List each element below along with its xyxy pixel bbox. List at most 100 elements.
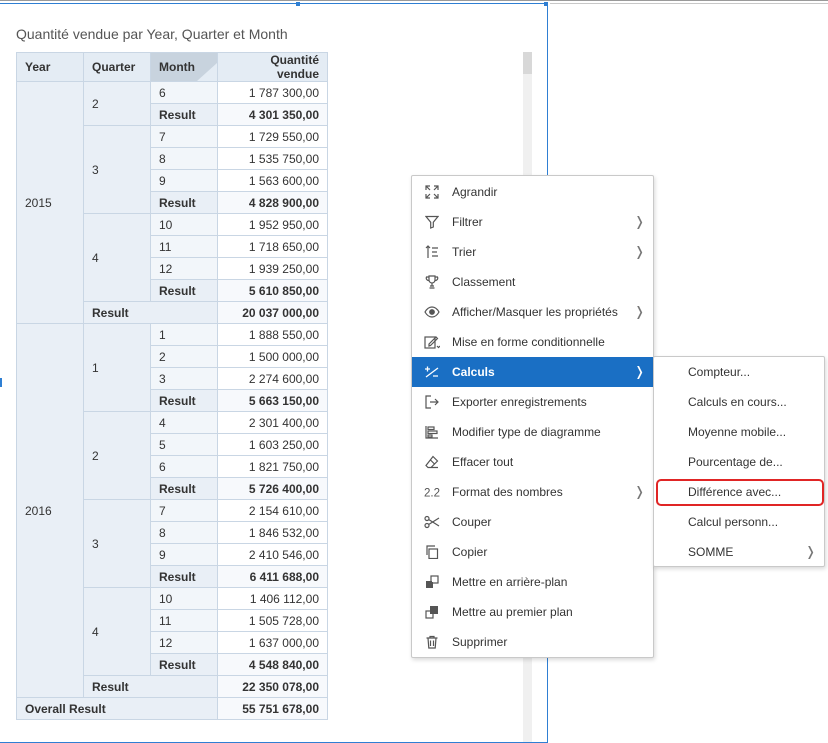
scrollbar-thumb[interactable] bbox=[523, 52, 532, 74]
submenu-item-label: Moyenne mobile... bbox=[688, 425, 787, 439]
window-top-border bbox=[0, 0, 828, 1]
submenu-item-label: SOMME bbox=[688, 545, 734, 559]
overall-result-value: 55 751 678,00 bbox=[217, 697, 328, 720]
menu-item-label: Format des nombres bbox=[452, 485, 563, 499]
value-cell: 1 603 250,00 bbox=[217, 433, 328, 456]
menu-item-label: Agrandir bbox=[452, 185, 498, 199]
menu-item-couper[interactable]: Couper bbox=[412, 507, 653, 537]
calculation-icon bbox=[424, 364, 440, 380]
table-row: 2016 1 1 1 888 550,00 bbox=[16, 323, 328, 698]
value-cell: 1 787 300,00 bbox=[217, 81, 328, 104]
menu-item-label: Mettre au premier plan bbox=[452, 605, 573, 619]
menu-item-label: Exporter enregistrements bbox=[452, 395, 587, 409]
menu-item-supprimer[interactable]: Supprimer bbox=[412, 627, 653, 657]
menu-item-label: Afficher/Masquer les propriétés bbox=[452, 305, 618, 319]
submenu-item-label: Compteur... bbox=[688, 365, 751, 379]
quarter-cell: 2 bbox=[83, 411, 151, 500]
resize-handle-top[interactable] bbox=[296, 2, 300, 6]
value-cell: 1 500 000,00 bbox=[217, 345, 328, 368]
overall-result-row: Overall Result 55 751 678,00 bbox=[16, 697, 328, 720]
menu-item-exporter-enregistrements[interactable]: Exporter enregistrements bbox=[412, 387, 653, 417]
table-header-row: Year Quarter Month Quantité vendue bbox=[16, 52, 328, 82]
chevron-right-icon: ❭ bbox=[634, 304, 645, 319]
quarter-cell: 1 bbox=[83, 323, 151, 412]
submenu-item-pourcentage-de[interactable]: Pourcentage de... bbox=[654, 447, 824, 477]
scissors-icon bbox=[424, 514, 440, 530]
column-header-year[interactable]: Year bbox=[16, 52, 84, 82]
month-cell: 12 bbox=[150, 257, 218, 280]
menu-item-trier[interactable]: Trier ❭ bbox=[412, 237, 653, 267]
result-label: Result bbox=[150, 477, 218, 500]
menu-item-mettre-en-arrière-plan[interactable]: Mettre en arrière-plan bbox=[412, 567, 653, 597]
value-cell: 1 729 550,00 bbox=[217, 125, 328, 148]
menu-item-afficher-masquer-les-propriétés[interactable]: Afficher/Masquer les propriétés ❭ bbox=[412, 297, 653, 327]
quarter-cell: 2 bbox=[83, 81, 151, 126]
column-header-month[interactable]: Month bbox=[150, 52, 218, 82]
submenu-item-label: Calculs en cours... bbox=[688, 395, 787, 409]
menu-item-format-des-nombres[interactable]: 2.2 Format des nombres ❭ bbox=[412, 477, 653, 507]
context-menu: Agrandir Filtrer ❭ Trier ❭ Classement Afficher… bbox=[411, 175, 654, 658]
value-cell: 1 406 112,00 bbox=[217, 587, 328, 610]
column-header-quarter[interactable]: Quarter bbox=[83, 52, 151, 82]
trash-icon bbox=[424, 634, 440, 650]
menu-item-effacer-tout[interactable]: Effacer tout bbox=[412, 447, 653, 477]
sort-icon bbox=[424, 244, 440, 260]
month-cell: 8 bbox=[150, 147, 218, 170]
month-cell: 4 bbox=[150, 411, 218, 434]
month-cell: 10 bbox=[150, 587, 218, 610]
month-cell: 5 bbox=[150, 433, 218, 456]
menu-item-copier[interactable]: Copier bbox=[412, 537, 653, 567]
canvas-top-border bbox=[550, 3, 828, 4]
menu-item-label: Calculs bbox=[452, 365, 495, 379]
value-cell: 1 888 550,00 bbox=[217, 323, 328, 346]
calculs-submenu: Compteur... Calculs en cours... Moyenne mo… bbox=[653, 356, 825, 567]
submenu-item-calcul-personn[interactable]: Calcul personn... bbox=[654, 507, 824, 537]
month-cell: 9 bbox=[150, 543, 218, 566]
overall-result-label: Overall Result bbox=[16, 697, 218, 720]
month-cell: 11 bbox=[150, 235, 218, 258]
svg-text:2.2: 2.2 bbox=[424, 487, 440, 499]
value-cell: 1 535 750,00 bbox=[217, 147, 328, 170]
value-cell: 1 563 600,00 bbox=[217, 169, 328, 192]
column-header-value[interactable]: Quantité vendue bbox=[217, 52, 328, 82]
submenu-item-compteur[interactable]: Compteur... bbox=[654, 357, 824, 387]
menu-item-agrandir[interactable]: Agrandir bbox=[412, 177, 653, 207]
year-cell: 2015 bbox=[16, 81, 84, 324]
value-cell: 2 410 546,00 bbox=[217, 543, 328, 566]
submenu-item-somme[interactable]: SOMME ❭ bbox=[654, 537, 824, 567]
menu-item-classement[interactable]: Classement bbox=[412, 267, 653, 297]
copy-icon bbox=[424, 544, 440, 560]
table-row: 2015 2 6 1 787 300,00 bbox=[16, 81, 328, 324]
month-cell: 3 bbox=[150, 367, 218, 390]
menu-item-label: Modifier type de diagramme bbox=[452, 425, 601, 439]
chevron-right-icon: ❭ bbox=[634, 214, 645, 229]
menu-item-calculs[interactable]: Calculs ❭ bbox=[412, 357, 653, 387]
result-value: 4 301 350,00 bbox=[217, 103, 328, 126]
trophy-icon bbox=[424, 274, 440, 290]
eye-icon bbox=[424, 304, 440, 320]
menu-item-modifier-type-de-diagramme[interactable]: Modifier type de diagramme bbox=[412, 417, 653, 447]
menu-item-mettre-au-premier-plan[interactable]: Mettre au premier plan bbox=[412, 597, 653, 627]
submenu-item-moyenne-mobile[interactable]: Moyenne mobile... bbox=[654, 417, 824, 447]
month-cell: 1 bbox=[150, 323, 218, 346]
result-value: 5 663 150,00 bbox=[217, 389, 328, 412]
result-label: Result bbox=[83, 301, 218, 324]
filter-icon bbox=[424, 214, 440, 230]
result-value: 4 548 840,00 bbox=[217, 653, 328, 676]
bring-front-icon bbox=[424, 604, 440, 620]
result-value: 20 037 000,00 bbox=[217, 301, 328, 324]
menu-item-filtrer[interactable]: Filtrer ❭ bbox=[412, 207, 653, 237]
chart-type-icon bbox=[424, 424, 440, 440]
result-label: Result bbox=[150, 653, 218, 676]
month-cell: 11 bbox=[150, 609, 218, 632]
result-value: 4 828 900,00 bbox=[217, 191, 328, 214]
menu-item-mise-en-forme-conditionnelle[interactable]: Mise en forme conditionnelle bbox=[412, 327, 653, 357]
quarter-cell: 3 bbox=[83, 499, 151, 588]
annotation-highlight-box bbox=[656, 479, 824, 506]
chevron-right-icon: ❭ bbox=[634, 484, 645, 499]
chevron-right-icon: ❭ bbox=[634, 244, 645, 259]
resize-handle-top-right[interactable] bbox=[544, 2, 548, 6]
submenu-item-calculs-en-cours[interactable]: Calculs en cours... bbox=[654, 387, 824, 417]
result-value: 5 610 850,00 bbox=[217, 279, 328, 302]
month-cell: 7 bbox=[150, 125, 218, 148]
